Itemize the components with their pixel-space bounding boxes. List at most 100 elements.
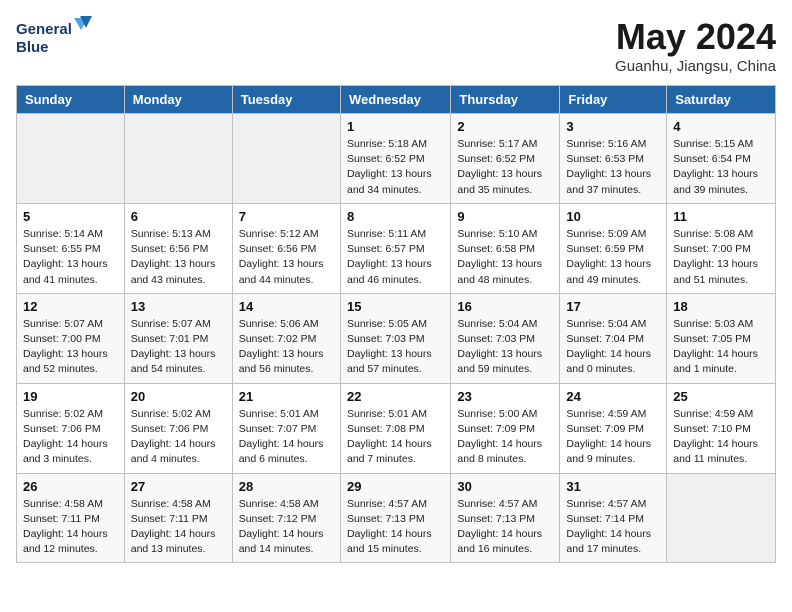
day-cell: 12 Sunrise: 5:07 AM Sunset: 7:00 PM Dayli… [17, 293, 125, 383]
svg-text:General: General [16, 21, 72, 38]
day-info: Sunrise: 5:01 AM Sunset: 7:07 PM Dayligh… [239, 407, 334, 468]
day-info: Sunrise: 5:00 AM Sunset: 7:09 PM Dayligh… [457, 407, 553, 468]
day-cell: 26 Sunrise: 4:58 AM Sunset: 7:11 PM Dayli… [17, 473, 125, 563]
day-info: Sunrise: 5:06 AM Sunset: 7:02 PM Dayligh… [239, 317, 334, 378]
day-number: 17 [566, 299, 660, 314]
day-cell: 11 Sunrise: 5:08 AM Sunset: 7:00 PM Dayli… [667, 203, 776, 293]
day-info: Sunrise: 5:14 AM Sunset: 6:55 PM Dayligh… [23, 227, 118, 288]
week-row-4: 19Sunrise: 5:02 AM Sunset: 7:06 PM Dayli… [17, 383, 776, 473]
day-number: 25 [673, 389, 769, 404]
day-number: 23 [457, 389, 553, 404]
day-info: Sunrise: 4:57 AM Sunset: 7:13 PM Dayligh… [347, 497, 444, 558]
day-info: Sunrise: 4:59 AM Sunset: 7:09 PM Dayligh… [566, 407, 660, 468]
day-number: 16 [457, 299, 553, 314]
header-row: SundayMondayTuesdayWednesdayThursdayFrid… [17, 86, 776, 114]
week-row-1: 1Sunrise: 5:18 AM Sunset: 6:52 PM Daylig… [17, 114, 776, 204]
day-info: Sunrise: 5:05 AM Sunset: 7:03 PM Dayligh… [347, 317, 444, 378]
day-cell: 23 Sunrise: 5:00 AM Sunset: 7:09 PM Dayli… [451, 383, 560, 473]
week-row-5: 26 Sunrise: 4:58 AM Sunset: 7:11 PM Dayli… [17, 473, 776, 563]
day-cell: 9 Sunrise: 5:10 AM Sunset: 6:58 PM Daylig… [451, 203, 560, 293]
day-number: 6 [131, 209, 226, 224]
day-number: 21 [239, 389, 334, 404]
day-number: 3 [566, 119, 660, 134]
day-number: 15 [347, 299, 444, 314]
day-number: 14 [239, 299, 334, 314]
day-number: 4 [673, 119, 769, 134]
header-friday: Friday [560, 86, 667, 114]
day-number: 11 [673, 209, 769, 224]
day-cell: 30 Sunrise: 4:57 AM Sunset: 7:13 PM Dayli… [451, 473, 560, 563]
logo-icon: General Blue [16, 16, 96, 61]
day-info: Sunrise: 5:07 AM Sunset: 7:01 PM Dayligh… [131, 317, 226, 378]
day-number: 12 [23, 299, 118, 314]
day-cell: 16 Sunrise: 5:04 AM Sunset: 7:03 PM Dayli… [451, 293, 560, 383]
day-info: Sunrise: 5:03 AM Sunset: 7:05 PM Dayligh… [673, 317, 769, 378]
month-title: May 2024 [615, 16, 776, 58]
header-saturday: Saturday [667, 86, 776, 114]
calendar-table: SundayMondayTuesdayWednesdayThursdayFrid… [16, 85, 776, 563]
day-number: 22 [347, 389, 444, 404]
day-number: 31 [566, 479, 660, 494]
day-cell: 24Sunrise: 4:59 AM Sunset: 7:09 PM Dayli… [560, 383, 667, 473]
day-number: 13 [131, 299, 226, 314]
day-cell: 31 Sunrise: 4:57 AM Sunset: 7:14 PM Dayli… [560, 473, 667, 563]
day-info: Sunrise: 5:13 AM Sunset: 6:56 PM Dayligh… [131, 227, 226, 288]
logo: General Blue [16, 16, 96, 61]
day-cell: 20 Sunrise: 5:02 AM Sunset: 7:06 PM Dayli… [124, 383, 232, 473]
day-info: Sunrise: 5:15 AM Sunset: 6:54 PM Dayligh… [673, 137, 769, 198]
day-cell: 15 Sunrise: 5:05 AM Sunset: 7:03 PM Dayli… [340, 293, 450, 383]
day-cell: 10 Sunrise: 5:09 AM Sunset: 6:59 PM Dayli… [560, 203, 667, 293]
day-info: Sunrise: 4:57 AM Sunset: 7:13 PM Dayligh… [457, 497, 553, 558]
week-row-2: 5 Sunrise: 5:14 AM Sunset: 6:55 PM Daylig… [17, 203, 776, 293]
day-info: Sunrise: 5:07 AM Sunset: 7:00 PM Dayligh… [23, 317, 118, 378]
day-cell: 13 Sunrise: 5:07 AM Sunset: 7:01 PM Dayli… [124, 293, 232, 383]
day-number: 30 [457, 479, 553, 494]
day-info: Sunrise: 5:17 AM Sunset: 6:52 PM Dayligh… [457, 137, 553, 198]
header-thursday: Thursday [451, 86, 560, 114]
day-cell [232, 114, 340, 204]
day-info: Sunrise: 4:57 AM Sunset: 7:14 PM Dayligh… [566, 497, 660, 558]
day-cell: 4 Sunrise: 5:15 AM Sunset: 6:54 PM Daylig… [667, 114, 776, 204]
day-info: Sunrise: 5:11 AM Sunset: 6:57 PM Dayligh… [347, 227, 444, 288]
day-info: Sunrise: 5:02 AM Sunset: 7:06 PM Dayligh… [131, 407, 226, 468]
day-cell [667, 473, 776, 563]
day-number: 18 [673, 299, 769, 314]
day-info: Sunrise: 5:04 AM Sunset: 7:04 PM Dayligh… [566, 317, 660, 378]
day-info: Sunrise: 5:16 AM Sunset: 6:53 PM Dayligh… [566, 137, 660, 198]
day-info: Sunrise: 5:18 AM Sunset: 6:52 PM Dayligh… [347, 137, 444, 198]
day-cell: 3 Sunrise: 5:16 AM Sunset: 6:53 PM Daylig… [560, 114, 667, 204]
day-number: 7 [239, 209, 334, 224]
day-cell: 27Sunrise: 4:58 AM Sunset: 7:11 PM Dayli… [124, 473, 232, 563]
day-info: Sunrise: 5:08 AM Sunset: 7:00 PM Dayligh… [673, 227, 769, 288]
day-number: 20 [131, 389, 226, 404]
day-info: Sunrise: 5:10 AM Sunset: 6:58 PM Dayligh… [457, 227, 553, 288]
day-cell: 17 Sunrise: 5:04 AM Sunset: 7:04 PM Dayli… [560, 293, 667, 383]
day-number: 8 [347, 209, 444, 224]
day-info: Sunrise: 5:02 AM Sunset: 7:06 PM Dayligh… [23, 407, 118, 468]
day-cell: 6 Sunrise: 5:13 AM Sunset: 6:56 PM Daylig… [124, 203, 232, 293]
header-monday: Monday [124, 86, 232, 114]
day-cell: 2 Sunrise: 5:17 AM Sunset: 6:52 PM Daylig… [451, 114, 560, 204]
title-block: May 2024 Guanhu, Jiangsu, China [615, 16, 776, 75]
day-cell: 7Sunrise: 5:12 AM Sunset: 6:56 PM Daylig… [232, 203, 340, 293]
day-number: 2 [457, 119, 553, 134]
day-cell: 5 Sunrise: 5:14 AM Sunset: 6:55 PM Daylig… [17, 203, 125, 293]
day-number: 5 [23, 209, 118, 224]
day-info: Sunrise: 5:01 AM Sunset: 7:08 PM Dayligh… [347, 407, 444, 468]
day-info: Sunrise: 5:09 AM Sunset: 6:59 PM Dayligh… [566, 227, 660, 288]
day-cell: 28Sunrise: 4:58 AM Sunset: 7:12 PM Dayli… [232, 473, 340, 563]
day-info: Sunrise: 4:58 AM Sunset: 7:12 PM Dayligh… [239, 497, 334, 558]
day-number: 9 [457, 209, 553, 224]
day-cell: 22 Sunrise: 5:01 AM Sunset: 7:08 PM Dayli… [340, 383, 450, 473]
day-info: Sunrise: 5:04 AM Sunset: 7:03 PM Dayligh… [457, 317, 553, 378]
day-cell [124, 114, 232, 204]
day-number: 10 [566, 209, 660, 224]
day-info: Sunrise: 4:58 AM Sunset: 7:11 PM Dayligh… [23, 497, 118, 558]
header-sunday: Sunday [17, 86, 125, 114]
day-cell: 18 Sunrise: 5:03 AM Sunset: 7:05 PM Dayli… [667, 293, 776, 383]
day-number: 26 [23, 479, 118, 494]
day-info: Sunrise: 4:58 AM Sunset: 7:11 PM Dayligh… [131, 497, 226, 558]
day-info: Sunrise: 4:59 AM Sunset: 7:10 PM Dayligh… [673, 407, 769, 468]
day-cell: 1Sunrise: 5:18 AM Sunset: 6:52 PM Daylig… [340, 114, 450, 204]
day-cell: 14 Sunrise: 5:06 AM Sunset: 7:02 PM Dayli… [232, 293, 340, 383]
